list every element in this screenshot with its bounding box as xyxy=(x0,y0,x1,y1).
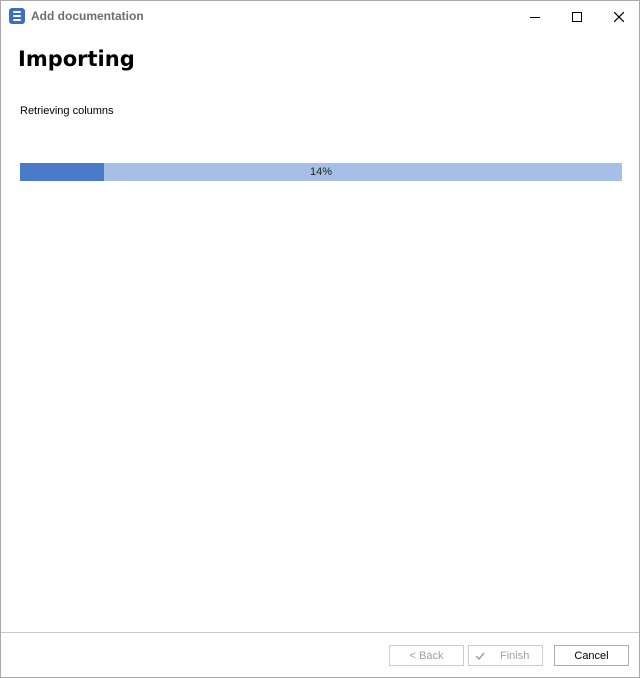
maximize-icon xyxy=(572,12,582,22)
progress-bar: 14% xyxy=(20,163,622,181)
page-title: Importing xyxy=(18,47,135,71)
check-icon xyxy=(475,652,485,661)
cancel-button[interactable]: Cancel xyxy=(554,645,629,666)
maximize-button[interactable] xyxy=(556,1,598,33)
app-icon xyxy=(9,8,25,24)
close-icon xyxy=(614,12,624,22)
title-bar: Add documentation xyxy=(1,1,639,33)
minimize-button[interactable] xyxy=(514,1,556,33)
back-button[interactable]: < Back xyxy=(389,645,464,666)
add-documentation-window: Add documentation Importing Retrieving c… xyxy=(0,0,640,678)
status-text: Retrieving columns xyxy=(20,105,114,117)
close-button[interactable] xyxy=(598,1,640,33)
finish-button[interactable]: Finish xyxy=(468,645,543,666)
window-title: Add documentation xyxy=(31,9,144,23)
footer-divider xyxy=(1,632,639,633)
finish-label: Finish xyxy=(500,650,530,662)
minimize-icon xyxy=(530,17,540,18)
progress-label: 14% xyxy=(309,166,333,178)
